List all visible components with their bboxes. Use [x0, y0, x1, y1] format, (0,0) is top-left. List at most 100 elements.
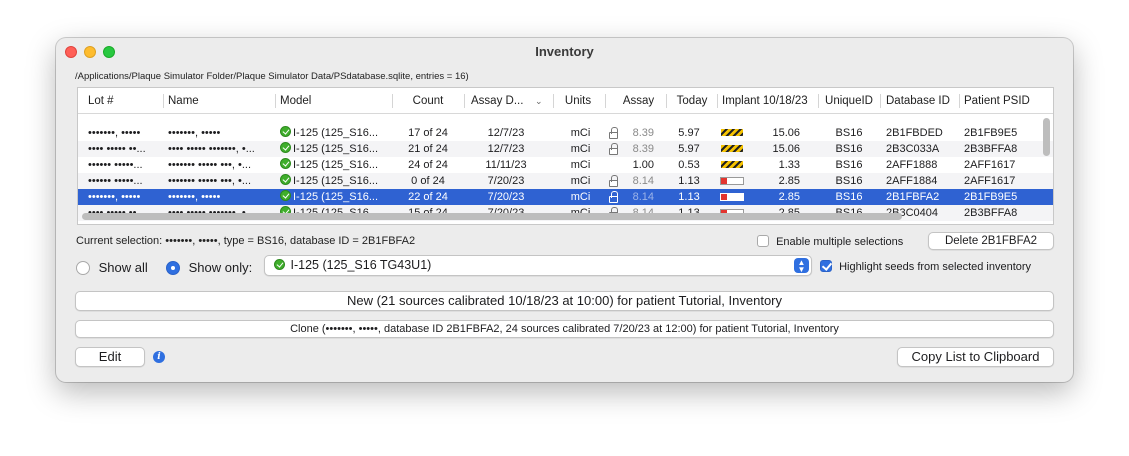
column-separator: [392, 94, 393, 108]
column-separator: [553, 94, 554, 108]
table-row[interactable]: •••••• •••••... ••••••• ••••• •••, •... I-…: [78, 157, 1053, 173]
new-inventory-button[interactable]: New (21 sources calibrated 10/18/23 at 1…: [75, 291, 1054, 311]
seed-model-icon: [280, 142, 291, 153]
cell-count: 0 of 24: [411, 175, 445, 187]
column-separator: [666, 94, 667, 108]
cell-assay: 1.00: [632, 159, 654, 171]
cell-count: 24 of 24: [408, 159, 448, 171]
minimize-window-button[interactable]: [84, 46, 96, 58]
column-header-name[interactable]: Name: [168, 88, 268, 114]
model-filter-select[interactable]: I-125 (125_S16 TG43U1) ▲ ▼: [264, 255, 812, 276]
seed-model-icon: [280, 126, 291, 137]
cell-patient-psid: 2AFF1617: [964, 175, 1016, 187]
cell-lot: •••••• •••••...: [88, 159, 143, 171]
enable-multiple-checkbox[interactable]: [757, 235, 769, 247]
cell-name: ••••••• ••••• •••, •...: [168, 175, 252, 187]
hazard-stripes-icon: [721, 161, 743, 168]
highlight-seeds-option[interactable]: Highlight seeds from selected inventory: [820, 260, 1031, 273]
cell-patient-psid: 2B1FB9E5: [964, 127, 1018, 139]
hazard-stripes-icon: [721, 145, 743, 152]
up-down-arrows-icon[interactable]: ▲ ▼: [794, 258, 809, 274]
database-path: /Applications/Plaque Simulator Folder/Pl…: [75, 71, 469, 82]
table-row[interactable]: •••••• •••••... ••••••• ••••• •••, •... I-…: [78, 173, 1053, 189]
vertical-scrollbar[interactable]: [1043, 118, 1050, 156]
activity-level-bar: [720, 177, 744, 185]
hazard-stripes-icon: [721, 129, 743, 136]
cell-today: 5.97: [678, 127, 700, 139]
cell-count: 17 of 24: [408, 127, 448, 139]
delete-button[interactable]: Delete 2B1FBFA2: [928, 232, 1054, 250]
column-header-implant[interactable]: Implant 10/18/23: [722, 88, 814, 114]
column-header-lot[interactable]: Lot #: [88, 88, 158, 114]
column-header-today[interactable]: Today: [672, 88, 712, 114]
lock-icon: [609, 191, 618, 203]
cell-database-id: 2AFF1884: [886, 175, 938, 187]
column-header-assay[interactable]: Assay: [611, 88, 666, 114]
show-only-radio[interactable]: [166, 261, 180, 275]
show-all-radio-option[interactable]: Show all: [76, 260, 148, 275]
model-text: I-125 (125_S16...: [293, 143, 379, 155]
cell-model: I-125 (125_S16...: [280, 125, 388, 141]
cell-units: mCi: [570, 159, 591, 171]
cell-units: mCi: [570, 191, 591, 203]
cell-model: I-125 (125_S16...: [280, 157, 388, 173]
cell-units: mCi: [570, 127, 591, 139]
column-separator: [163, 94, 164, 108]
seed-model-icon: [280, 174, 291, 185]
column-separator: [464, 94, 465, 108]
cell-count: 22 of 24: [408, 191, 448, 203]
show-all-label: Show all: [98, 260, 148, 275]
table-row[interactable]: •••• ••••• ••... •••• ••••• •••••••, •...…: [78, 141, 1053, 157]
enable-multiple-selections-option[interactable]: Enable multiple selections: [757, 235, 903, 248]
cell-implant: 2.85: [778, 175, 800, 187]
column-header-assay-date[interactable]: Assay D...: [471, 88, 533, 114]
seed-model-icon: [280, 158, 291, 169]
activity-level-fill: [721, 178, 727, 184]
cell-unique-id: BS16: [835, 191, 863, 203]
chevron-down-icon[interactable]: ⌄: [535, 88, 547, 114]
cell-assay: 8.14: [632, 175, 654, 187]
cell-patient-psid: 2AFF1617: [964, 159, 1016, 171]
show-all-radio[interactable]: [76, 261, 90, 275]
column-header-count[interactable]: Count: [398, 88, 458, 114]
table-row[interactable]: •••••••, ••••• •••••••, ••••• I-125 (125_S…: [78, 125, 1053, 141]
cell-database-id: 2B1FBDED: [886, 127, 943, 139]
cell-lot: •••• ••••• ••...: [88, 143, 146, 155]
column-header-patient-psid[interactable]: Patient PSID: [964, 88, 1044, 114]
highlight-seeds-checkbox[interactable]: [820, 260, 832, 272]
model-filter-value: I-125 (125_S16 TG43U1): [290, 258, 432, 272]
column-header-model[interactable]: Model: [280, 88, 380, 114]
close-window-button[interactable]: [65, 46, 77, 58]
column-separator: [880, 94, 881, 108]
show-only-radio-option[interactable]: Show only:: [166, 260, 252, 275]
cell-assay-date: 12/7/23: [487, 127, 525, 139]
cell-count: 21 of 24: [408, 143, 448, 155]
cell-assay-date: 7/20/23: [487, 175, 525, 187]
cell-assay: 8.14: [632, 191, 654, 203]
zoom-window-button[interactable]: [103, 46, 115, 58]
horizontal-scrollbar[interactable]: [82, 213, 902, 220]
show-only-label: Show only:: [188, 260, 253, 275]
cell-unique-id: BS16: [835, 175, 863, 187]
info-icon[interactable]: i: [153, 351, 165, 363]
lock-icon: [609, 143, 618, 155]
column-header-database-id[interactable]: Database ID: [886, 88, 958, 114]
cell-name: •••••••, •••••: [168, 127, 221, 139]
cell-lot: •••••••, •••••: [88, 191, 141, 203]
cell-implant: 1.33: [778, 159, 800, 171]
edit-button[interactable]: Edit: [75, 347, 145, 367]
cell-units: mCi: [570, 143, 591, 155]
column-header-units[interactable]: Units: [558, 88, 598, 114]
column-separator: [959, 94, 960, 108]
highlight-seeds-label: Highlight seeds from selected inventory: [839, 261, 1032, 273]
copy-list-button[interactable]: Copy List to Clipboard: [897, 347, 1054, 367]
activity-level-fill: [721, 194, 727, 200]
cell-lot: •••••••, •••••: [88, 127, 141, 139]
column-header-unique-id[interactable]: UniqueID: [823, 88, 875, 114]
clone-inventory-button[interactable]: Clone (•••••••, •••••, database ID 2B1FB…: [75, 320, 1054, 338]
model-text: I-125 (125_S16...: [293, 159, 379, 171]
cell-assay: 8.39: [632, 143, 654, 155]
column-separator: [818, 94, 819, 108]
column-separator: [275, 94, 276, 108]
table-row[interactable]: •••••••, ••••• •••••••, ••••• I-125 (125_S…: [78, 189, 1053, 205]
